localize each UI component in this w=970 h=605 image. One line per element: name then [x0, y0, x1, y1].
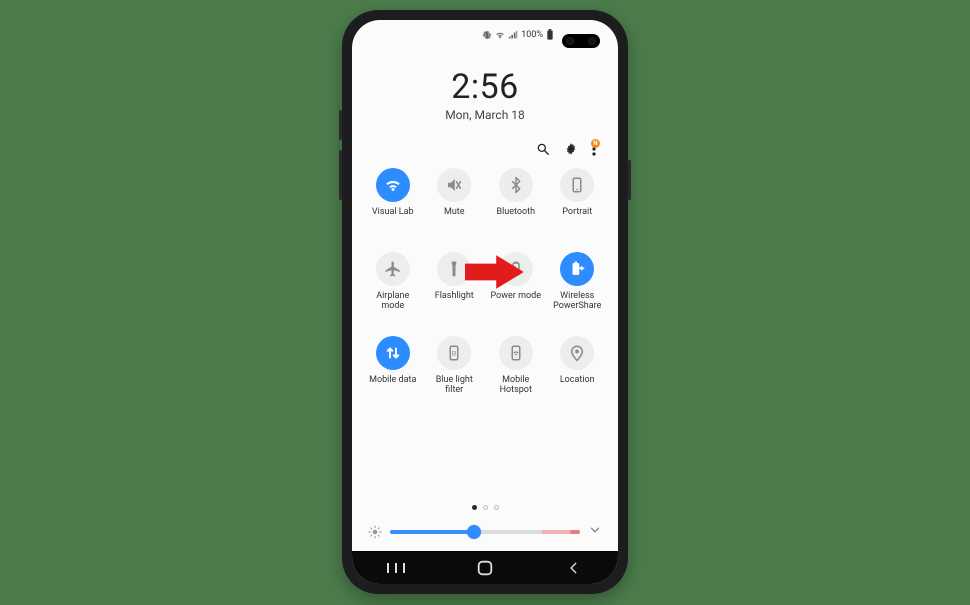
tile-label[interactable]: Bluetooth: [496, 207, 535, 217]
powershare-icon: [568, 260, 586, 278]
blue-light-icon: B: [445, 344, 463, 362]
quick-settings-grid: Visual Lab Mute Bluetooth Portrait Airplane …: [352, 162, 618, 501]
bluetooth-toggle[interactable]: [499, 168, 533, 202]
tile-powershare: Wireless PowerShare: [547, 252, 609, 328]
location-icon: [568, 344, 586, 362]
menu-icon[interactable]: N: [592, 142, 596, 156]
tile-label[interactable]: Airplane mode: [365, 291, 421, 312]
tile-label[interactable]: Location: [560, 375, 595, 385]
flashlight-icon: [445, 260, 463, 278]
tile-airplane: Airplane mode: [362, 252, 424, 328]
tile-location: Location: [547, 336, 609, 412]
portrait-toggle[interactable]: [560, 168, 594, 202]
wifi-icon: [384, 176, 402, 194]
tile-label[interactable]: Wireless PowerShare: [549, 291, 605, 312]
clock-date: Mon, March 18: [352, 108, 618, 122]
battery-icon: [546, 29, 554, 41]
clock-time: 2:56: [352, 70, 618, 104]
airplane-toggle[interactable]: [376, 252, 410, 286]
search-icon[interactable]: [536, 142, 550, 156]
power-mode-icon: [507, 260, 525, 278]
blue-light-toggle[interactable]: B: [437, 336, 471, 370]
tile-wifi: Visual Lab: [362, 168, 424, 244]
wifi-toggle[interactable]: [376, 168, 410, 202]
page-dot[interactable]: [472, 505, 477, 510]
bluetooth-icon: [507, 176, 525, 194]
page-indicator: [352, 501, 618, 516]
tile-mute: Mute: [424, 168, 486, 244]
nav-recents[interactable]: [366, 552, 426, 584]
mobile-data-icon: [384, 344, 402, 362]
battery-percent: 100%: [521, 30, 543, 40]
tile-label[interactable]: Mute: [444, 207, 465, 217]
tile-label[interactable]: Blue light filter: [426, 375, 482, 396]
panel-actions: N: [352, 136, 618, 162]
flashlight-toggle[interactable]: [437, 252, 471, 286]
tile-power-mode: Power mode: [485, 252, 547, 328]
location-toggle[interactable]: [560, 336, 594, 370]
tile-label[interactable]: Mobile data: [369, 375, 416, 385]
tile-hotspot: Mobile Hotspot: [485, 336, 547, 412]
tile-bluetooth: Bluetooth: [485, 168, 547, 244]
phone-frame: 100% 2:56 Mon, March 18 N Visual L: [342, 10, 628, 594]
side-button: [628, 160, 631, 200]
phone-screen: 100% 2:56 Mon, March 18 N Visual L: [352, 20, 618, 584]
page-dot[interactable]: [494, 505, 499, 510]
chevron-down-icon[interactable]: [588, 522, 602, 541]
side-button: [339, 110, 342, 140]
nav-back[interactable]: [544, 552, 604, 584]
brightness-thumb[interactable]: [467, 525, 481, 539]
page-dot[interactable]: [483, 505, 488, 510]
tile-label[interactable]: Portrait: [562, 207, 592, 217]
tile-flashlight: Flashlight: [424, 252, 486, 328]
signal-icon: [508, 30, 518, 40]
brightness-icon: [368, 525, 382, 539]
airplane-icon: [384, 260, 402, 278]
nav-home[interactable]: [455, 552, 515, 584]
brightness-row: [352, 516, 618, 551]
hotspot-toggle[interactable]: [499, 336, 533, 370]
wifi-status-icon: [495, 30, 505, 40]
tile-label[interactable]: Visual Lab: [372, 207, 414, 217]
clock-area: 2:56 Mon, March 18: [352, 46, 618, 136]
tile-blue-light: B Blue light filter: [424, 336, 486, 412]
powershare-toggle[interactable]: [560, 252, 594, 286]
tile-label[interactable]: Mobile Hotspot: [488, 375, 544, 396]
vibrate-icon: [482, 30, 492, 40]
tile-mobile-data: Mobile data: [362, 336, 424, 412]
mobile-data-toggle[interactable]: [376, 336, 410, 370]
hotspot-icon: [507, 344, 525, 362]
gear-icon[interactable]: [564, 142, 578, 156]
tile-label[interactable]: Flashlight: [435, 291, 474, 301]
power-mode-toggle[interactable]: [499, 252, 533, 286]
brightness-slider[interactable]: [390, 530, 580, 534]
svg-text:B: B: [452, 350, 457, 357]
nav-bar: [352, 551, 618, 584]
tile-label[interactable]: Power mode: [491, 291, 541, 301]
portrait-icon: [568, 176, 586, 194]
camera-cutout: [562, 34, 600, 48]
side-button: [339, 150, 342, 200]
mute-icon: [445, 176, 463, 194]
menu-badge: N: [591, 139, 600, 148]
mute-toggle[interactable]: [437, 168, 471, 202]
tile-portrait: Portrait: [547, 168, 609, 244]
